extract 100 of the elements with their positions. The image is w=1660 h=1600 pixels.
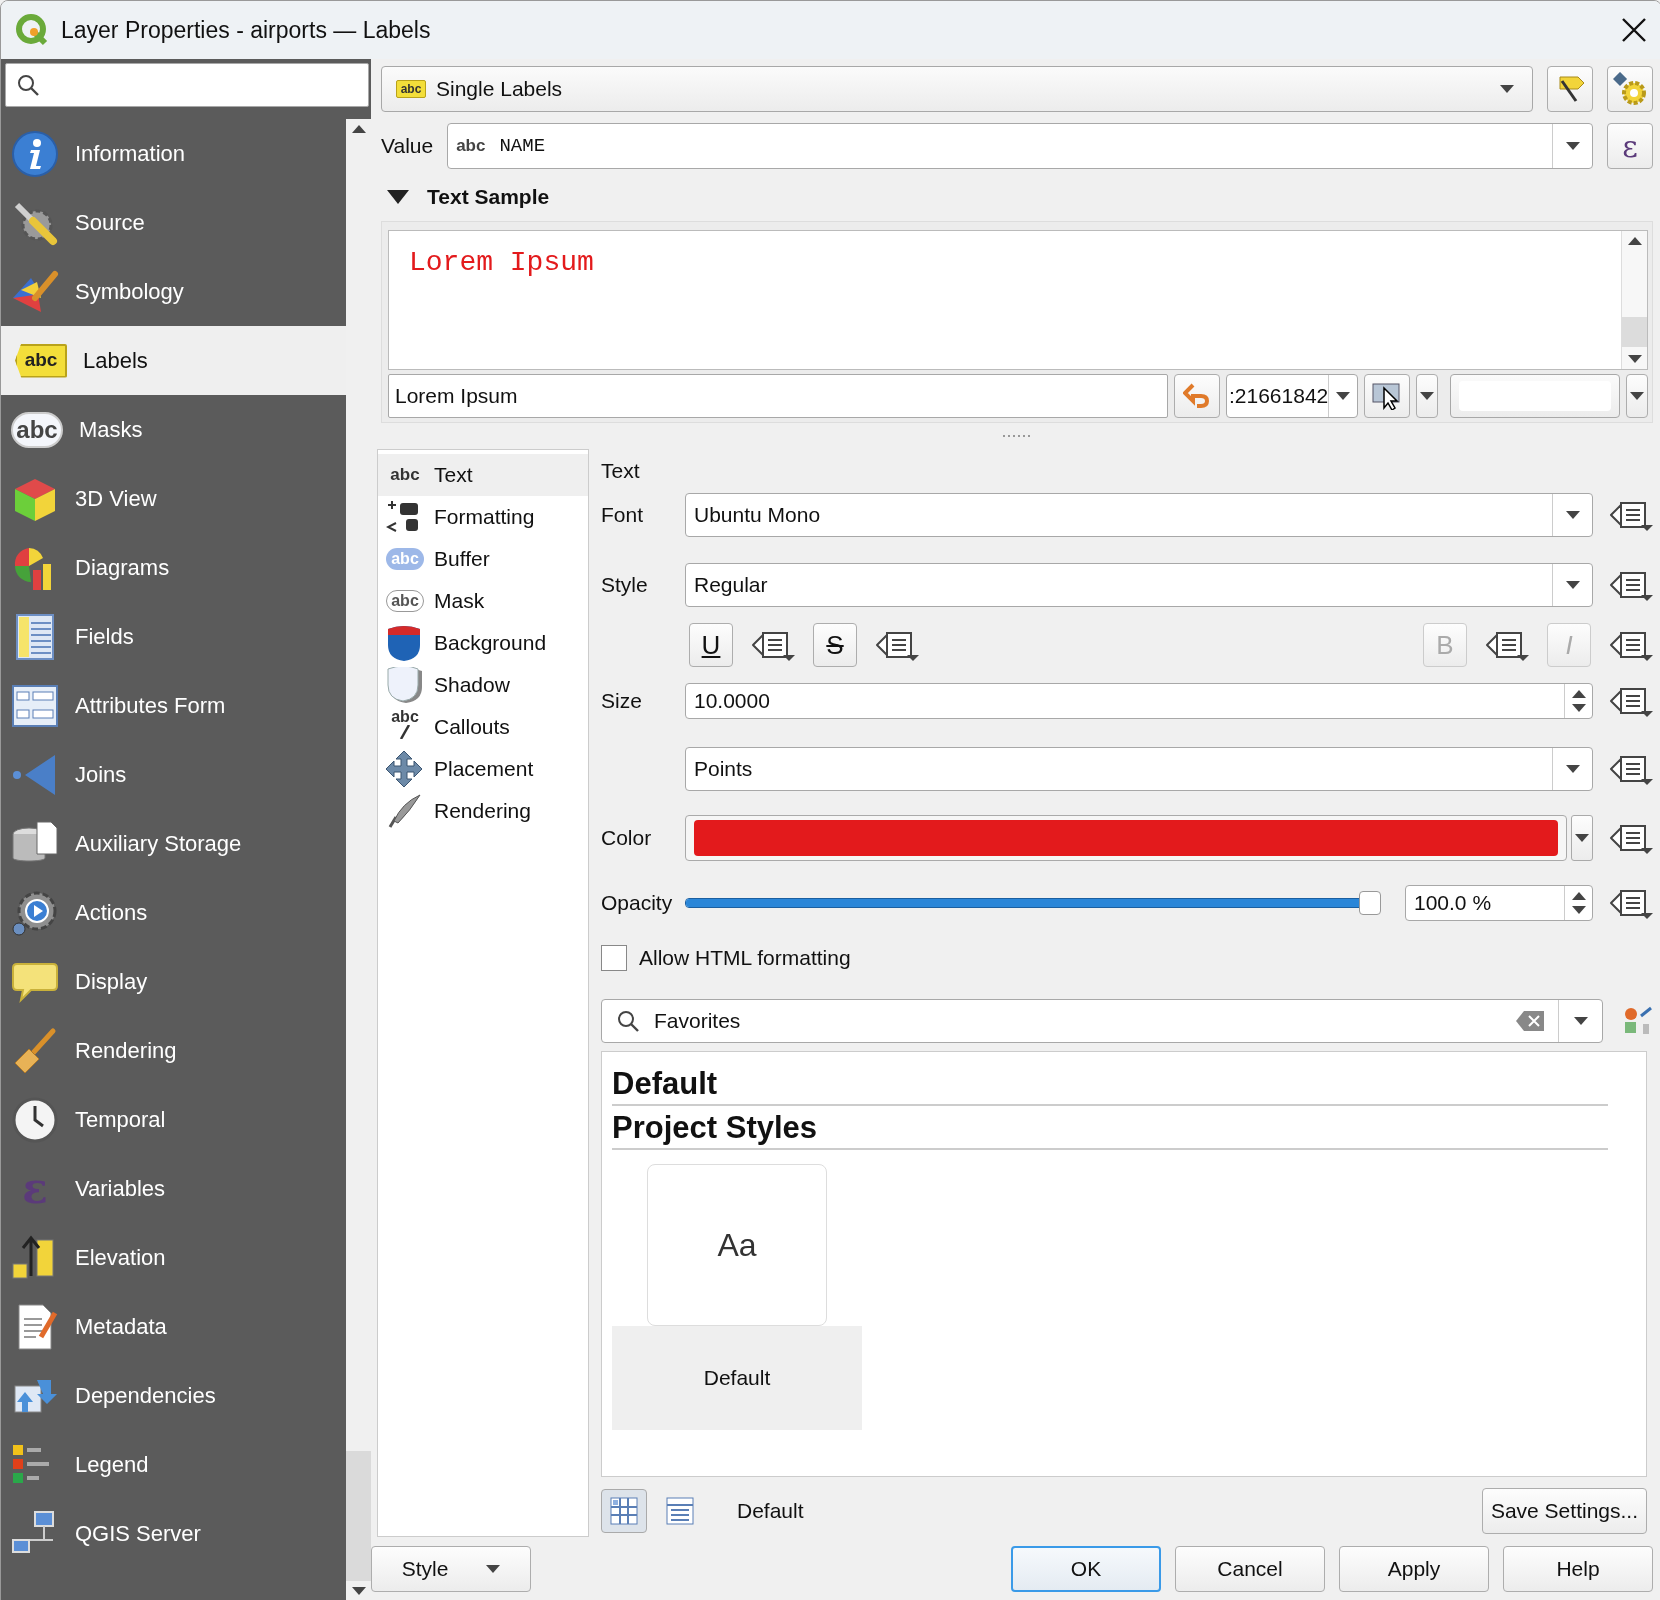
settings-tab[interactable]: abc Callouts — [378, 706, 588, 748]
color-menu-button[interactable] — [1571, 815, 1593, 861]
data-defined-button[interactable] — [1609, 753, 1653, 785]
data-defined-button[interactable] — [1609, 822, 1653, 854]
caret-icon — [1565, 142, 1580, 150]
sidebar-item[interactable]: Elevation — [1, 1223, 346, 1292]
scale-dropdown[interactable]: :21661842 — [1226, 374, 1358, 418]
scrollbar[interactable] — [346, 119, 371, 1600]
sidebar-item[interactable]: Legend — [1, 1430, 346, 1499]
font-dropdown[interactable]: Ubuntu Mono — [685, 493, 1593, 537]
reset-button[interactable] — [1174, 374, 1220, 418]
value-field[interactable]: abc NAME — [447, 123, 1593, 169]
data-defined-button[interactable] — [1609, 887, 1653, 919]
clock-icon — [11, 1095, 59, 1144]
settings-tab[interactable]: Background — [378, 622, 588, 664]
underline-button[interactable]: U — [689, 623, 733, 667]
background-color-button[interactable] — [1450, 374, 1620, 418]
settings-tab[interactable]: abc Text — [378, 454, 588, 496]
style-manager-button[interactable] — [1623, 1006, 1653, 1036]
unit-dropdown[interactable]: Points — [685, 747, 1593, 791]
style-tile[interactable]: Aa Default — [612, 1164, 862, 1430]
info-icon — [11, 129, 59, 178]
data-defined-button[interactable] — [1609, 569, 1653, 601]
expression-button[interactable]: ε — [1607, 123, 1653, 169]
settings-tab[interactable]: Placement — [378, 748, 588, 790]
search-field[interactable] — [5, 63, 369, 107]
color-menu-button[interactable] — [1626, 374, 1648, 418]
pointer-button[interactable] — [1364, 374, 1410, 418]
sidebar-item[interactable]: Fields — [1, 602, 346, 671]
data-defined-button[interactable] — [1609, 499, 1653, 531]
strike-button[interactable]: S — [813, 623, 857, 667]
sidebar-item[interactable]: Source — [1, 188, 346, 257]
gear-icon — [1613, 72, 1647, 106]
settings-tab[interactable]: abc Mask — [378, 580, 588, 622]
sidebar-item[interactable]: Display — [1, 947, 346, 1016]
sidebar-item[interactable]: abc Labels — [1, 326, 346, 395]
sidebar-item[interactable]: 3D View — [1, 464, 346, 533]
sidebar-item[interactable]: Metadata — [1, 1292, 346, 1361]
color-button[interactable] — [685, 815, 1567, 861]
opacity-slider[interactable] — [685, 889, 1383, 917]
rule-edit-button[interactable] — [1547, 66, 1593, 112]
dialog-button[interactable]: Apply — [1339, 1546, 1489, 1592]
text-icon: abc — [386, 465, 424, 485]
move-arrows-icon — [386, 751, 424, 787]
caret-icon — [1630, 392, 1644, 400]
slider-handle[interactable] — [1359, 891, 1381, 915]
data-defined-button[interactable] — [875, 629, 919, 661]
opacity-spinbox[interactable]: 100.0 % — [1405, 885, 1593, 921]
settings-tab[interactable]: Rendering — [378, 790, 588, 832]
engine-settings-button[interactable] — [1607, 66, 1653, 112]
scrollbar-thumb[interactable] — [1622, 317, 1647, 347]
collapse-icon — [387, 190, 409, 204]
sidebar-item[interactable]: Auxiliary Storage — [1, 809, 346, 878]
section-header[interactable]: Text Sample — [381, 173, 1653, 221]
size-spinbox[interactable]: 10.0000 — [685, 683, 1593, 719]
data-defined-icon — [751, 629, 795, 661]
scrollbar-thumb[interactable] — [346, 1451, 371, 1581]
sidebar-item[interactable]: Joins — [1, 740, 346, 809]
style-dropdown[interactable]: Regular — [685, 563, 1593, 607]
mask-icon: abc — [11, 411, 63, 448]
settings-tab[interactable]: abc Buffer — [378, 538, 588, 580]
splitter-handle-icon[interactable] — [1002, 434, 1032, 438]
scroll-up-icon — [1627, 237, 1642, 245]
sidebar-item[interactable]: Dependencies — [1, 1361, 346, 1430]
dialog-button[interactable]: OK — [1011, 1546, 1161, 1592]
spin-arrows-icon[interactable] — [1571, 690, 1586, 712]
scrollbar[interactable] — [1621, 231, 1647, 369]
sidebar-item[interactable]: Information — [1, 119, 346, 188]
grid-icon — [610, 1497, 638, 1525]
spin-arrows-icon[interactable] — [1571, 892, 1586, 914]
sidebar-item[interactable]: Attributes Form — [1, 671, 346, 740]
data-defined-button[interactable] — [1609, 629, 1653, 661]
sidebar-item[interactable]: Temporal — [1, 1085, 346, 1154]
dialog-button[interactable]: Cancel — [1175, 1546, 1325, 1592]
clear-icon[interactable] — [1516, 1011, 1544, 1031]
data-defined-button[interactable] — [1485, 629, 1529, 661]
sample-text-field[interactable]: Lorem Ipsum — [388, 374, 1168, 418]
data-defined-icon — [1609, 753, 1653, 785]
view-toggle-button[interactable] — [601, 1489, 647, 1533]
dialog-button[interactable]: Help — [1503, 1546, 1653, 1592]
sidebar-item[interactable]: Actions — [1, 878, 346, 947]
checkbox[interactable] — [601, 945, 627, 971]
sidebar-item[interactable]: QGIS Server — [1, 1499, 346, 1568]
style-menu-button[interactable]: Style — [371, 1546, 531, 1592]
pointer-menu-button[interactable] — [1416, 374, 1438, 418]
labeling-mode-dropdown[interactable]: abc Single Labels — [381, 66, 1533, 112]
data-defined-button[interactable] — [751, 629, 795, 661]
sidebar-item[interactable]: abc Masks — [1, 395, 346, 464]
save-settings-button[interactable]: Save Settings... — [1481, 1488, 1647, 1534]
settings-tab[interactable]: Shadow — [378, 664, 588, 706]
sidebar-item[interactable]: Symbology — [1, 257, 346, 326]
sidebar-item[interactable]: Diagrams — [1, 533, 346, 602]
settings-tab[interactable]: Formatting — [378, 496, 588, 538]
field-label: Style — [601, 573, 649, 597]
sidebar-item[interactable]: Rendering — [1, 1016, 346, 1085]
shadow-icon — [386, 667, 424, 703]
preview-text: Lorem Ipsum — [409, 247, 594, 278]
data-defined-button[interactable] — [1609, 685, 1653, 717]
close-icon[interactable] — [1621, 17, 1647, 43]
style-search-field[interactable]: Favorites — [601, 999, 1603, 1043]
